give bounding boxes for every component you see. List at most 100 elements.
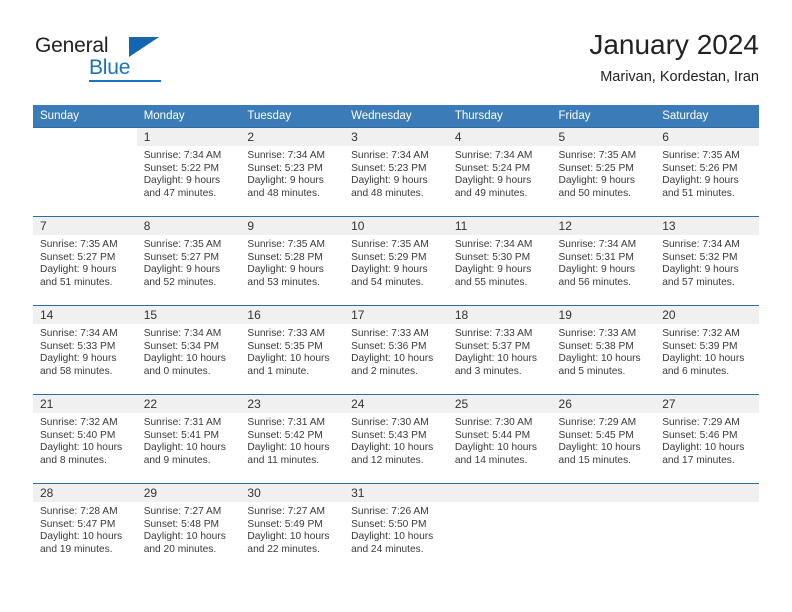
sunset-text: Sunset: 5:35 PM bbox=[247, 340, 323, 352]
calendar-day-cell[interactable]: 2 Sunrise: 7:34 AM Sunset: 5:23 PM Daylight… bbox=[240, 127, 345, 217]
calendar-day-cell[interactable]: 31 Sunrise: 7:26 AM Sunset: 5:50 PM Dayligh… bbox=[344, 483, 448, 573]
daylight-text: Daylight: 9 hours bbox=[40, 264, 117, 276]
calendar-day-cell[interactable]: 30 Sunrise: 7:27 AM Sunset: 5:49 PM Dayligh… bbox=[240, 483, 345, 573]
calendar-day-cell[interactable]: 5 Sunrise: 7:35 AM Sunset: 5:25 PM Daylight… bbox=[551, 127, 656, 217]
sunrise-text: Sunrise: 7:33 AM bbox=[454, 328, 533, 339]
day-box: 1 Sunrise: 7:34 AM Sunset: 5:22 PM Daylight… bbox=[136, 128, 241, 216]
calendar-day-cell[interactable]: 26 Sunrise: 7:29 AM Sunset: 5:45 PM Dayligh… bbox=[551, 394, 656, 484]
day-details: Sunrise: 7:34 AM Sunset: 5:30 PM Daylight:… bbox=[448, 235, 552, 289]
page-header: General Blue January 2024 Marivan, Korde… bbox=[33, 28, 759, 96]
day-number: 16 bbox=[240, 306, 345, 324]
calendar-day-cell[interactable]: 15 Sunrise: 7:34 AM Sunset: 5:34 PM Dayligh… bbox=[136, 305, 241, 395]
calendar-day-cell[interactable]: 28 Sunrise: 7:28 AM Sunset: 5:47 PM Dayligh… bbox=[33, 483, 137, 573]
day-number: 5 bbox=[551, 128, 656, 146]
calendar-day-cell[interactable]: 9 Sunrise: 7:35 AM Sunset: 5:28 PM Daylight… bbox=[240, 216, 345, 306]
daylight-text: Daylight: 10 hours bbox=[454, 442, 537, 454]
daylight-text: and 50 minutes. bbox=[558, 187, 632, 199]
day-number: 8 bbox=[136, 217, 241, 235]
day-box: 19 Sunrise: 7:33 AM Sunset: 5:38 PM Dayligh… bbox=[551, 306, 656, 394]
sunset-text: Sunset: 5:49 PM bbox=[247, 518, 323, 530]
daylight-text: and 47 minutes. bbox=[143, 187, 217, 199]
calendar-day-cell[interactable]: 3 Sunrise: 7:34 AM Sunset: 5:23 PM Daylight… bbox=[344, 127, 448, 217]
day-details: Sunrise: 7:32 AM Sunset: 5:39 PM Daylight:… bbox=[655, 324, 759, 378]
sunrise-text: Sunrise: 7:31 AM bbox=[143, 417, 222, 428]
calendar-day-cell[interactable]: 1 Sunrise: 7:34 AM Sunset: 5:22 PM Daylight… bbox=[136, 127, 241, 217]
calendar-empty-cell bbox=[33, 127, 137, 217]
calendar-day-cell[interactable]: 14 Sunrise: 7:34 AM Sunset: 5:33 PM Dayligh… bbox=[33, 305, 137, 395]
day-details: Sunrise: 7:34 AM Sunset: 5:32 PM Daylight:… bbox=[655, 235, 759, 289]
day-number: 23 bbox=[240, 395, 345, 413]
daylight-text: Daylight: 10 hours bbox=[351, 442, 434, 454]
daylight-text: and 14 minutes. bbox=[454, 454, 528, 466]
calendar-day-cell[interactable]: 11 Sunrise: 7:34 AM Sunset: 5:30 PM Dayligh… bbox=[447, 216, 552, 306]
day-number: 14 bbox=[33, 306, 137, 324]
calendar-day-cell[interactable]: 18 Sunrise: 7:33 AM Sunset: 5:37 PM Dayligh… bbox=[447, 305, 552, 395]
calendar-day-cell[interactable]: 22 Sunrise: 7:31 AM Sunset: 5:41 PM Dayligh… bbox=[136, 394, 241, 484]
day-details: Sunrise: 7:35 AM Sunset: 5:27 PM Daylight:… bbox=[137, 235, 241, 289]
sunrise-text: Sunrise: 7:30 AM bbox=[351, 417, 429, 428]
day-number: 18 bbox=[447, 306, 552, 324]
calendar-day-cell[interactable]: 10 Sunrise: 7:35 AM Sunset: 5:29 PM Dayligh… bbox=[344, 216, 448, 306]
day-details: Sunrise: 7:28 AM Sunset: 5:47 PM Daylight:… bbox=[33, 502, 137, 556]
daylight-text: and 0 minutes. bbox=[143, 365, 211, 377]
daylight-text: and 12 minutes. bbox=[351, 454, 424, 466]
calendar-day-cell[interactable]: 27 Sunrise: 7:29 AM Sunset: 5:46 PM Dayligh… bbox=[655, 394, 759, 484]
calendar-day-cell[interactable]: 7 Sunrise: 7:35 AM Sunset: 5:27 PM Daylight… bbox=[33, 216, 137, 306]
day-number: 19 bbox=[551, 306, 656, 324]
calendar-empty-cell bbox=[551, 483, 656, 573]
daylight-text: Daylight: 10 hours bbox=[662, 353, 745, 365]
daylight-text: and 5 minutes. bbox=[558, 365, 626, 377]
day-box: 16 Sunrise: 7:33 AM Sunset: 5:35 PM Dayligh… bbox=[240, 306, 345, 394]
calendar-day-cell[interactable]: 25 Sunrise: 7:30 AM Sunset: 5:44 PM Dayligh… bbox=[447, 394, 552, 484]
day-number: 31 bbox=[344, 484, 448, 502]
logo-text-general: General bbox=[35, 34, 109, 57]
day-number: 1 bbox=[136, 128, 241, 146]
calendar-day-cell[interactable]: 12 Sunrise: 7:34 AM Sunset: 5:31 PM Dayligh… bbox=[551, 216, 656, 306]
sunrise-text: Sunrise: 7:34 AM bbox=[662, 239, 740, 250]
calendar-day-cell[interactable]: 21 Sunrise: 7:32 AM Sunset: 5:40 PM Dayligh… bbox=[33, 394, 137, 484]
day-box bbox=[447, 484, 552, 573]
calendar-week-row: 1 Sunrise: 7:34 AM Sunset: 5:22 PM Daylight… bbox=[33, 127, 759, 217]
weekday-header-saturday: Saturday bbox=[655, 105, 759, 128]
calendar-day-cell[interactable]: 23 Sunrise: 7:31 AM Sunset: 5:42 PM Dayligh… bbox=[240, 394, 345, 484]
calendar-day-cell[interactable]: 16 Sunrise: 7:33 AM Sunset: 5:35 PM Dayligh… bbox=[240, 305, 345, 395]
sunrise-text: Sunrise: 7:33 AM bbox=[351, 328, 429, 339]
calendar-day-cell[interactable]: 20 Sunrise: 7:32 AM Sunset: 5:39 PM Dayligh… bbox=[655, 305, 759, 395]
daylight-text: Daylight: 9 hours bbox=[454, 175, 532, 187]
calendar-day-cell[interactable]: 24 Sunrise: 7:30 AM Sunset: 5:43 PM Dayligh… bbox=[344, 394, 448, 484]
sunset-text: Sunset: 5:44 PM bbox=[454, 429, 531, 441]
daylight-text: Daylight: 9 hours bbox=[558, 264, 635, 276]
page-subtitle: Marivan, Kordestan, Iran bbox=[600, 69, 759, 85]
daylight-text: Daylight: 10 hours bbox=[558, 442, 641, 454]
sunset-text: Sunset: 5:50 PM bbox=[351, 518, 427, 530]
daylight-text: and 54 minutes. bbox=[351, 276, 424, 288]
day-number: 7 bbox=[33, 217, 137, 235]
daylight-text: Daylight: 9 hours bbox=[247, 264, 324, 276]
calendar-day-cell[interactable]: 13 Sunrise: 7:34 AM Sunset: 5:32 PM Dayligh… bbox=[655, 216, 759, 306]
day-details: Sunrise: 7:33 AM Sunset: 5:38 PM Daylight:… bbox=[552, 324, 656, 378]
daylight-text: Daylight: 9 hours bbox=[143, 264, 221, 276]
calendar-day-cell[interactable]: 19 Sunrise: 7:33 AM Sunset: 5:38 PM Dayligh… bbox=[551, 305, 656, 395]
daylight-text: Daylight: 9 hours bbox=[143, 175, 221, 187]
daylight-text: Daylight: 9 hours bbox=[558, 175, 635, 187]
sunrise-text: Sunrise: 7:27 AM bbox=[247, 506, 325, 517]
calendar-day-cell[interactable]: 17 Sunrise: 7:33 AM Sunset: 5:36 PM Dayligh… bbox=[344, 305, 448, 395]
sunrise-text: Sunrise: 7:29 AM bbox=[558, 417, 637, 428]
day-details: Sunrise: 7:34 AM Sunset: 5:34 PM Daylight:… bbox=[137, 324, 241, 378]
daylight-text: Daylight: 10 hours bbox=[143, 442, 226, 454]
day-details: Sunrise: 7:29 AM Sunset: 5:45 PM Daylight:… bbox=[552, 413, 656, 467]
day-number: 17 bbox=[344, 306, 448, 324]
day-number: 6 bbox=[655, 128, 759, 146]
daylight-text: Daylight: 10 hours bbox=[351, 353, 434, 365]
calendar-day-cell[interactable]: 29 Sunrise: 7:27 AM Sunset: 5:48 PM Dayligh… bbox=[136, 483, 241, 573]
calendar-day-cell[interactable]: 8 Sunrise: 7:35 AM Sunset: 5:27 PM Daylight… bbox=[136, 216, 241, 306]
day-details: Sunrise: 7:33 AM Sunset: 5:37 PM Daylight:… bbox=[448, 324, 552, 378]
daylight-text: and 53 minutes. bbox=[247, 276, 320, 288]
calendar-day-cell[interactable]: 4 Sunrise: 7:34 AM Sunset: 5:24 PM Daylight… bbox=[447, 127, 552, 217]
calendar-day-cell[interactable]: 6 Sunrise: 7:35 AM Sunset: 5:26 PM Daylight… bbox=[655, 127, 759, 217]
daylight-text: Daylight: 9 hours bbox=[351, 175, 428, 187]
weekday-header-wednesday: Wednesday bbox=[344, 105, 448, 128]
day-details bbox=[552, 502, 656, 506]
sunrise-text: Sunrise: 7:32 AM bbox=[662, 328, 740, 339]
sunrise-text: Sunrise: 7:33 AM bbox=[558, 328, 637, 339]
